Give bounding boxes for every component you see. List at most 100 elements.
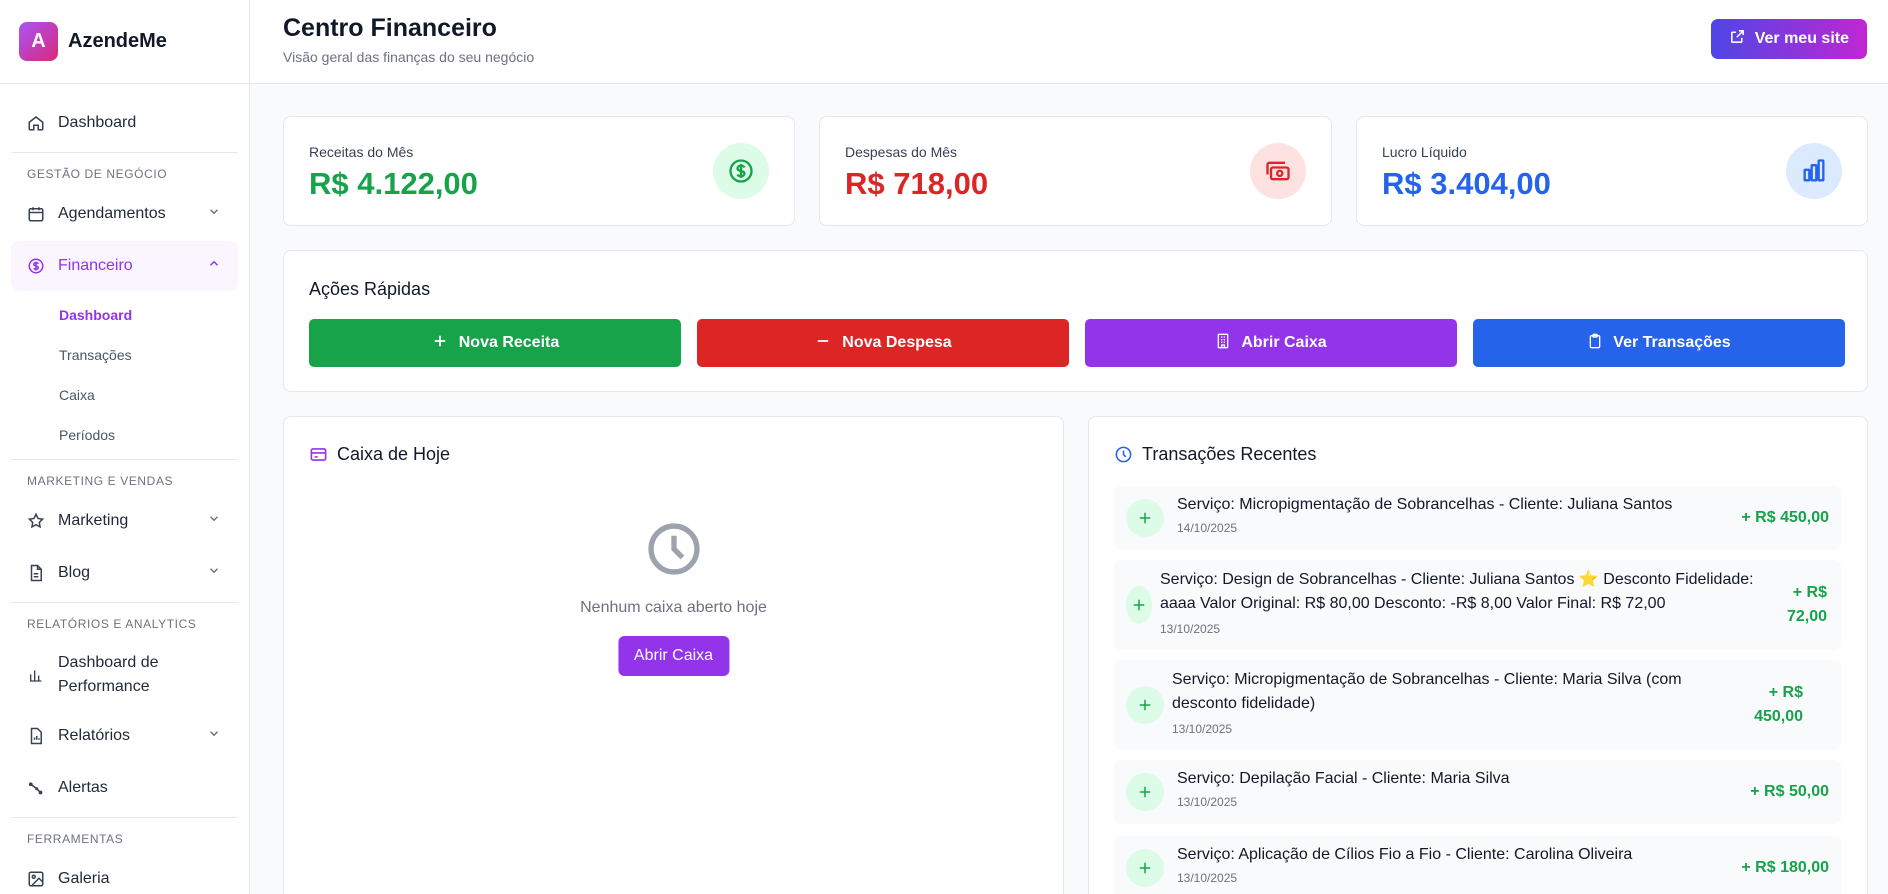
open-cash-button[interactable]: Abrir Caixa (1085, 319, 1457, 367)
transaction-date: 14/10/2025 (1177, 521, 1238, 535)
transaction-row[interactable]: Serviço: Micropigmentação de Sobrancelha… (1114, 486, 1841, 550)
bar-chart-icon (1786, 143, 1842, 199)
sidebar-item-label: Alertas (58, 779, 108, 796)
transaction-description: Serviço: Micropigmentação de Sobrancelha… (1172, 671, 1682, 712)
sidebar-item-label: Financeiro (58, 257, 133, 274)
transaction-amount: + R$ 72,00 (1786, 584, 1827, 625)
recent-transactions-title: Transações Recentes (1114, 444, 1316, 465)
brand-logo: A (19, 22, 58, 61)
chevron-down-icon (207, 205, 221, 224)
transaction-description: Serviço: Aplicação de Cílios Fio a Fio -… (1177, 846, 1633, 863)
sub-item-transacoes[interactable]: Transações (11, 335, 238, 375)
brand[interactable]: A AzendeMe (0, 0, 249, 84)
plus-icon (1126, 499, 1164, 537)
stat-label: Despesas do Mês (845, 144, 958, 160)
dollar-circle-icon (27, 257, 45, 275)
recent-transactions-card: Transações Recentes Serviço: Micropigmen… (1088, 416, 1868, 894)
sidebar-item-agendamentos[interactable]: Agendamentos (11, 189, 238, 239)
credit-card-icon (309, 445, 328, 464)
image-icon (27, 870, 45, 888)
sidebar-item-galeria[interactable]: Galeria (11, 854, 238, 894)
view-transactions-label: Ver Transações (1613, 334, 1731, 351)
sidebar-nav: Dashboard GESTÃO DE NEGÓCIO Agendamentos… (0, 84, 249, 894)
plus-icon (1126, 686, 1164, 724)
stat-card-lucro: Lucro Líquido R$ 3.404,00 (1356, 116, 1868, 226)
open-cash-label: Abrir Caixa (1241, 334, 1327, 351)
transaction-row[interactable]: Serviço: Micropigmentação de Sobrancelha… (1114, 660, 1841, 750)
transaction-amount: + R$ 180,00 (1741, 859, 1829, 876)
cash-today-card: Caixa de Hoje Nenhum caixa aberto hoje A… (283, 416, 1064, 894)
sub-item-caixa[interactable]: Caixa (11, 375, 238, 415)
page-subtitle: Visão geral das finanças do seu negócio (283, 49, 535, 65)
transaction-date: 13/10/2025 (1160, 622, 1221, 636)
transaction-row[interactable]: Serviço: Design de Sobrancelhas - Client… (1114, 560, 1841, 650)
report-icon (27, 727, 45, 745)
new-expense-button[interactable]: Nova Despesa (697, 319, 1069, 367)
sidebar-item-dashboard[interactable]: Dashboard (11, 98, 238, 148)
stat-value: R$ 4.122,00 (309, 166, 478, 201)
sidebar-item-label: Dashboard (58, 114, 137, 131)
clipboard-icon (1587, 332, 1603, 355)
home-icon (27, 114, 45, 132)
money-icon (1250, 143, 1306, 199)
sidebar-item-label: Relatórios (58, 727, 131, 744)
new-income-button[interactable]: Nova Receita (309, 319, 681, 367)
sidebar-item-marketing[interactable]: Marketing (11, 496, 238, 546)
divider (11, 459, 238, 460)
new-income-label: Nova Receita (458, 334, 560, 351)
transaction-row[interactable]: Serviço: Depilação Facial - Cliente: Mar… (1114, 760, 1841, 824)
stat-card-despesas: Despesas do Mês R$ 718,00 (819, 116, 1332, 226)
empty-state-text: Nenhum caixa aberto hoje (580, 599, 767, 616)
brand-name: AzendeMe (68, 30, 167, 52)
stat-card-receitas: Receitas do Mês R$ 4.122,00 (283, 116, 795, 226)
calendar-icon (27, 205, 45, 223)
document-icon (27, 564, 45, 582)
transaction-date: 13/10/2025 (1172, 722, 1233, 736)
recent-transactions-label: Transações Recentes (1142, 444, 1317, 464)
alert-icon (27, 779, 45, 797)
star-icon (27, 512, 45, 530)
transaction-amount: + R$ 450,00 (1754, 684, 1803, 725)
sidebar-item-blog[interactable]: Blog (11, 548, 238, 598)
transaction-description: Serviço: Depilação Facial - Cliente: Mar… (1177, 770, 1510, 787)
external-link-icon (1729, 28, 1746, 50)
chevron-down-icon (207, 564, 221, 583)
transaction-amount: + R$ 450,00 (1741, 509, 1829, 526)
view-site-label: Ver meu site (1754, 30, 1849, 47)
transaction-amount: + R$ 50,00 (1750, 783, 1829, 800)
dollar-circle-icon (713, 143, 769, 199)
building-icon (1215, 332, 1231, 355)
section-reports: RELATÓRIOS E ANALYTICS (27, 617, 197, 631)
clock-icon (1114, 445, 1133, 464)
sidebar-item-alertas[interactable]: Alertas (11, 763, 238, 813)
page-title: Centro Financeiro (283, 14, 497, 42)
view-site-button[interactable]: Ver meu site (1710, 19, 1867, 59)
stat-value: R$ 718,00 (845, 166, 989, 201)
open-cash-secondary-button[interactable]: Abrir Caixa (617, 636, 730, 676)
sidebar-item-relatorios[interactable]: Relatórios (11, 711, 238, 761)
view-transactions-button[interactable]: Ver Transações (1473, 319, 1845, 367)
section-business: GESTÃO DE NEGÓCIO (27, 167, 168, 181)
plus-icon (1126, 773, 1164, 811)
stat-label: Lucro Líquido (1382, 144, 1467, 160)
sidebar-item-financeiro[interactable]: Financeiro (11, 241, 238, 291)
sub-item-periodos[interactable]: Períodos (11, 415, 238, 455)
sidebar-item-label: Marketing (58, 512, 129, 529)
cash-today-title: Caixa de Hoje (309, 444, 450, 465)
section-tools: FERRAMENTAS (27, 832, 124, 846)
chevron-down-icon (207, 512, 221, 531)
chevron-down-icon (207, 727, 221, 746)
sidebar-item-label: Agendamentos (58, 205, 166, 222)
page-header: Centro Financeiro Visão geral das finanç… (250, 0, 1888, 84)
chevron-up-icon (207, 257, 221, 276)
sidebar-item-label: Dashboard de Performance (58, 654, 159, 695)
quick-actions-title: Ações Rápidas (309, 279, 431, 299)
cash-today-label: Caixa de Hoje (337, 444, 451, 464)
stat-value: R$ 3.404,00 (1382, 166, 1551, 201)
transaction-date: 13/10/2025 (1177, 795, 1238, 809)
bar-chart-icon (27, 666, 45, 684)
divider (11, 817, 238, 818)
sub-item-dashboard[interactable]: Dashboard (11, 295, 238, 335)
transaction-row[interactable]: Serviço: Aplicação de Cílios Fio a Fio -… (1114, 836, 1841, 894)
sidebar-item-performance[interactable]: Dashboard de Performance (11, 639, 238, 711)
